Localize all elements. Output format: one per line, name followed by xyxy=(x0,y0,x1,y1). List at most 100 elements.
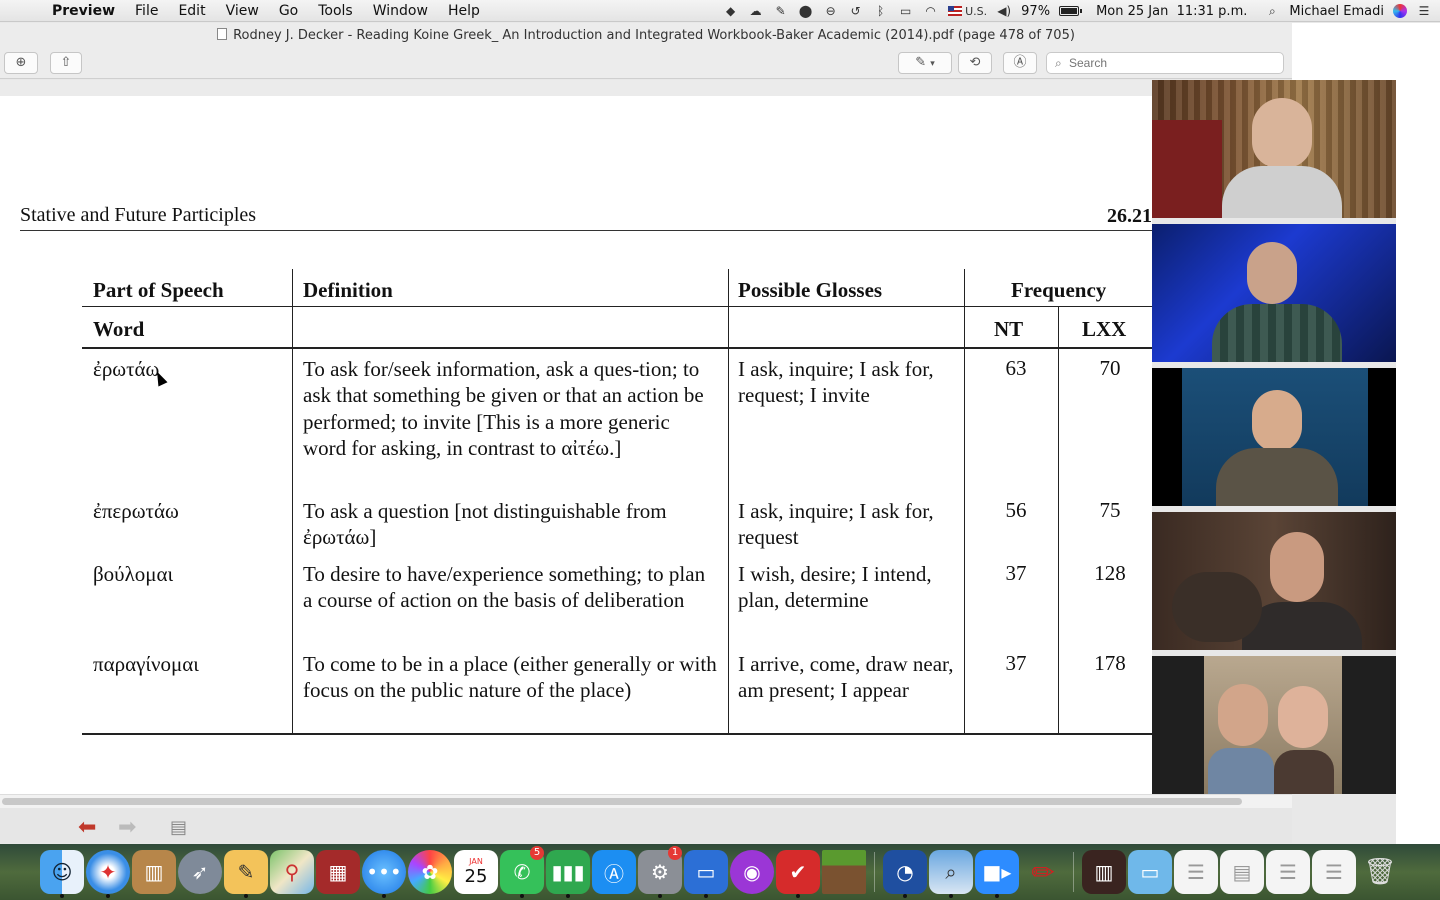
photos-icon: ✿ xyxy=(421,860,439,884)
dock-document-1[interactable]: ☰ xyxy=(1174,850,1218,894)
menu-window[interactable]: Window xyxy=(363,3,438,19)
participant-video-4[interactable] xyxy=(1152,512,1396,650)
siri-icon[interactable] xyxy=(1393,4,1407,18)
dock-photo-booth[interactable]: ▦ xyxy=(316,850,360,894)
dock-safari[interactable]: ✦ xyxy=(86,850,130,898)
dock-system-preferences[interactable]: ⚙ 1 xyxy=(638,846,682,898)
search-input[interactable] xyxy=(1069,55,1269,71)
location-icon[interactable]: ⬤ xyxy=(798,4,814,18)
dock-pages[interactable]: ✎ xyxy=(224,850,268,898)
time-machine-icon[interactable]: ↺ xyxy=(848,4,864,18)
col-divider-3 xyxy=(964,269,965,734)
document-icon: ☰ xyxy=(1325,860,1343,884)
speech-bubble-icon: ◔ xyxy=(896,860,914,884)
participant-video-1[interactable] xyxy=(1152,80,1396,218)
dock-trash[interactable]: 🗑 xyxy=(1358,850,1402,894)
zoom-button[interactable]: ⊕ xyxy=(4,52,38,74)
dock-calendar[interactable]: JAN 25 xyxy=(454,850,498,894)
app-status-icon[interactable]: ✎ xyxy=(773,4,789,18)
scrollbar-thumb[interactable] xyxy=(2,798,1242,805)
participant-video-3[interactable] xyxy=(1152,368,1396,506)
toolbar: ⊕ ⇧ ✎ ▾ ⟲ Ⓐ ⌕ xyxy=(0,49,1292,79)
menu-app-name[interactable]: Preview xyxy=(42,3,125,19)
clipboard-icon[interactable]: ▤ xyxy=(170,818,187,838)
bluetooth-icon[interactable]: ᛒ xyxy=(873,4,889,18)
dock-keynote[interactable]: ▭ xyxy=(684,850,728,898)
map-icon: ⚲ xyxy=(284,860,300,884)
horizontal-scrollbar[interactable] xyxy=(0,794,1292,808)
markup-button[interactable]: ✎ ▾ xyxy=(898,52,952,74)
forward-arrow-icon[interactable]: ➡ xyxy=(118,817,136,839)
notification-center-icon[interactable]: ☰ xyxy=(1416,4,1432,18)
dock-folder[interactable]: ▭ xyxy=(1128,850,1172,894)
spotlight-search-icon[interactable]: ⌕ xyxy=(1264,4,1280,18)
dock-minecraft[interactable] xyxy=(822,850,866,894)
vpn-icon: ✔ xyxy=(789,860,807,884)
menu-go[interactable]: Go xyxy=(269,3,308,19)
sidecar-icon[interactable]: ▭ xyxy=(898,4,914,18)
dock-logos[interactable]: ◔ xyxy=(883,850,927,898)
header-definition: Definition xyxy=(303,278,393,302)
preview-icon: ⌕ xyxy=(945,860,957,884)
dock-document-4[interactable]: ☰ xyxy=(1312,850,1356,894)
back-arrow-icon[interactable]: ⬅ xyxy=(78,817,96,839)
screenshot-icon: ▤ xyxy=(1232,860,1252,884)
dock-preview[interactable]: ⌕ xyxy=(929,850,973,898)
volume-icon[interactable]: ◀) xyxy=(996,4,1012,18)
window-title: Rodney J. Decker - Reading Koine Greek_ … xyxy=(233,28,1075,43)
dock-podcasts[interactable]: ◉ xyxy=(730,850,774,894)
person-left-body xyxy=(1208,748,1274,794)
input-source[interactable]: U.S. xyxy=(947,5,987,18)
annotate-button[interactable]: Ⓐ xyxy=(1003,52,1037,74)
dock-maps[interactable]: ⚲ xyxy=(270,850,314,894)
dropbox-icon[interactable]: ◆ xyxy=(723,4,739,18)
dock-items: ☺ ✦ ▥ ➶ ✎ ⚲ ▦ ••• ✿ JAN 25 ✆ 5 ▮▮▮ Ⓐ ⚙ 1 ▭… xyxy=(40,846,1402,898)
battery-percent[interactable]: 97% xyxy=(1021,4,1050,19)
row-2-nt: 56 xyxy=(1005,498,1027,522)
facetime-badge: 5 xyxy=(530,846,544,860)
row-4-nt: 37 xyxy=(1005,651,1027,675)
rotate-icon: ⟲ xyxy=(969,55,981,70)
menu-view[interactable]: View xyxy=(216,3,269,19)
menu-edit[interactable]: Edit xyxy=(168,3,215,19)
participant-video-5[interactable] xyxy=(1152,656,1396,794)
dock-document-2[interactable]: ▤ xyxy=(1220,850,1264,894)
dock-vpn[interactable]: ✔ xyxy=(776,850,820,898)
wifi-icon[interactable]: ◠ xyxy=(923,4,939,18)
row-3-lxx: 128 xyxy=(1094,561,1126,585)
pdf-page[interactable]: Stative and Future Participles 26.21 Par… xyxy=(0,96,1152,794)
dock-zoom[interactable]: ■▸ xyxy=(975,850,1019,898)
battery-icon[interactable] xyxy=(1059,6,1083,16)
dock-messenger[interactable]: ••• xyxy=(362,850,406,898)
do-not-disturb-icon[interactable]: ⊖ xyxy=(823,4,839,18)
cloud-sync-icon[interactable]: ☁ xyxy=(748,4,764,18)
dock-notebook[interactable]: ▥ xyxy=(132,850,176,894)
dock-photos[interactable]: ✿ xyxy=(408,850,452,894)
dock-finder[interactable]: ☺ xyxy=(40,850,84,898)
dock-book-stack[interactable]: ▥ xyxy=(1082,850,1126,894)
window-title-bar: Rodney J. Decker - Reading Koine Greek_ … xyxy=(0,23,1292,49)
person-left xyxy=(1218,684,1268,746)
row-4-glosses: I arrive, come, draw near, am present; I… xyxy=(738,652,954,703)
user-name[interactable]: Michael Emadi xyxy=(1289,4,1384,19)
dock-pencil-app[interactable]: ✏ xyxy=(1021,850,1065,894)
desktop-background xyxy=(1292,23,1440,80)
clock[interactable]: Mon 25 Jan 11:31 p.m. xyxy=(1096,4,1247,19)
pen-icon: ✎ xyxy=(915,55,927,70)
rotate-button[interactable]: ⟲ xyxy=(958,52,992,74)
dock-separator-2 xyxy=(1073,852,1074,892)
dock-numbers[interactable]: ▮▮▮ xyxy=(546,850,590,898)
dock-facetime[interactable]: ✆ 5 xyxy=(500,846,544,898)
dock-app-store[interactable]: Ⓐ xyxy=(592,850,636,894)
dock-launchpad[interactable]: ➶ xyxy=(178,850,222,894)
menu-help[interactable]: Help xyxy=(438,3,490,19)
bottom-panel: ⬅ ➡ ▤ xyxy=(0,808,1292,843)
table-rule-top-sub xyxy=(82,306,1152,307)
menu-file[interactable]: File xyxy=(125,3,168,19)
menu-tools[interactable]: Tools xyxy=(308,3,363,19)
search-field[interactable]: ⌕ xyxy=(1046,52,1284,74)
share-button[interactable]: ⇧ xyxy=(50,52,82,74)
row-1-nt: 63 xyxy=(1005,356,1027,380)
dock-document-3[interactable]: ☰ xyxy=(1266,850,1310,894)
participant-video-2[interactable] xyxy=(1152,224,1396,362)
